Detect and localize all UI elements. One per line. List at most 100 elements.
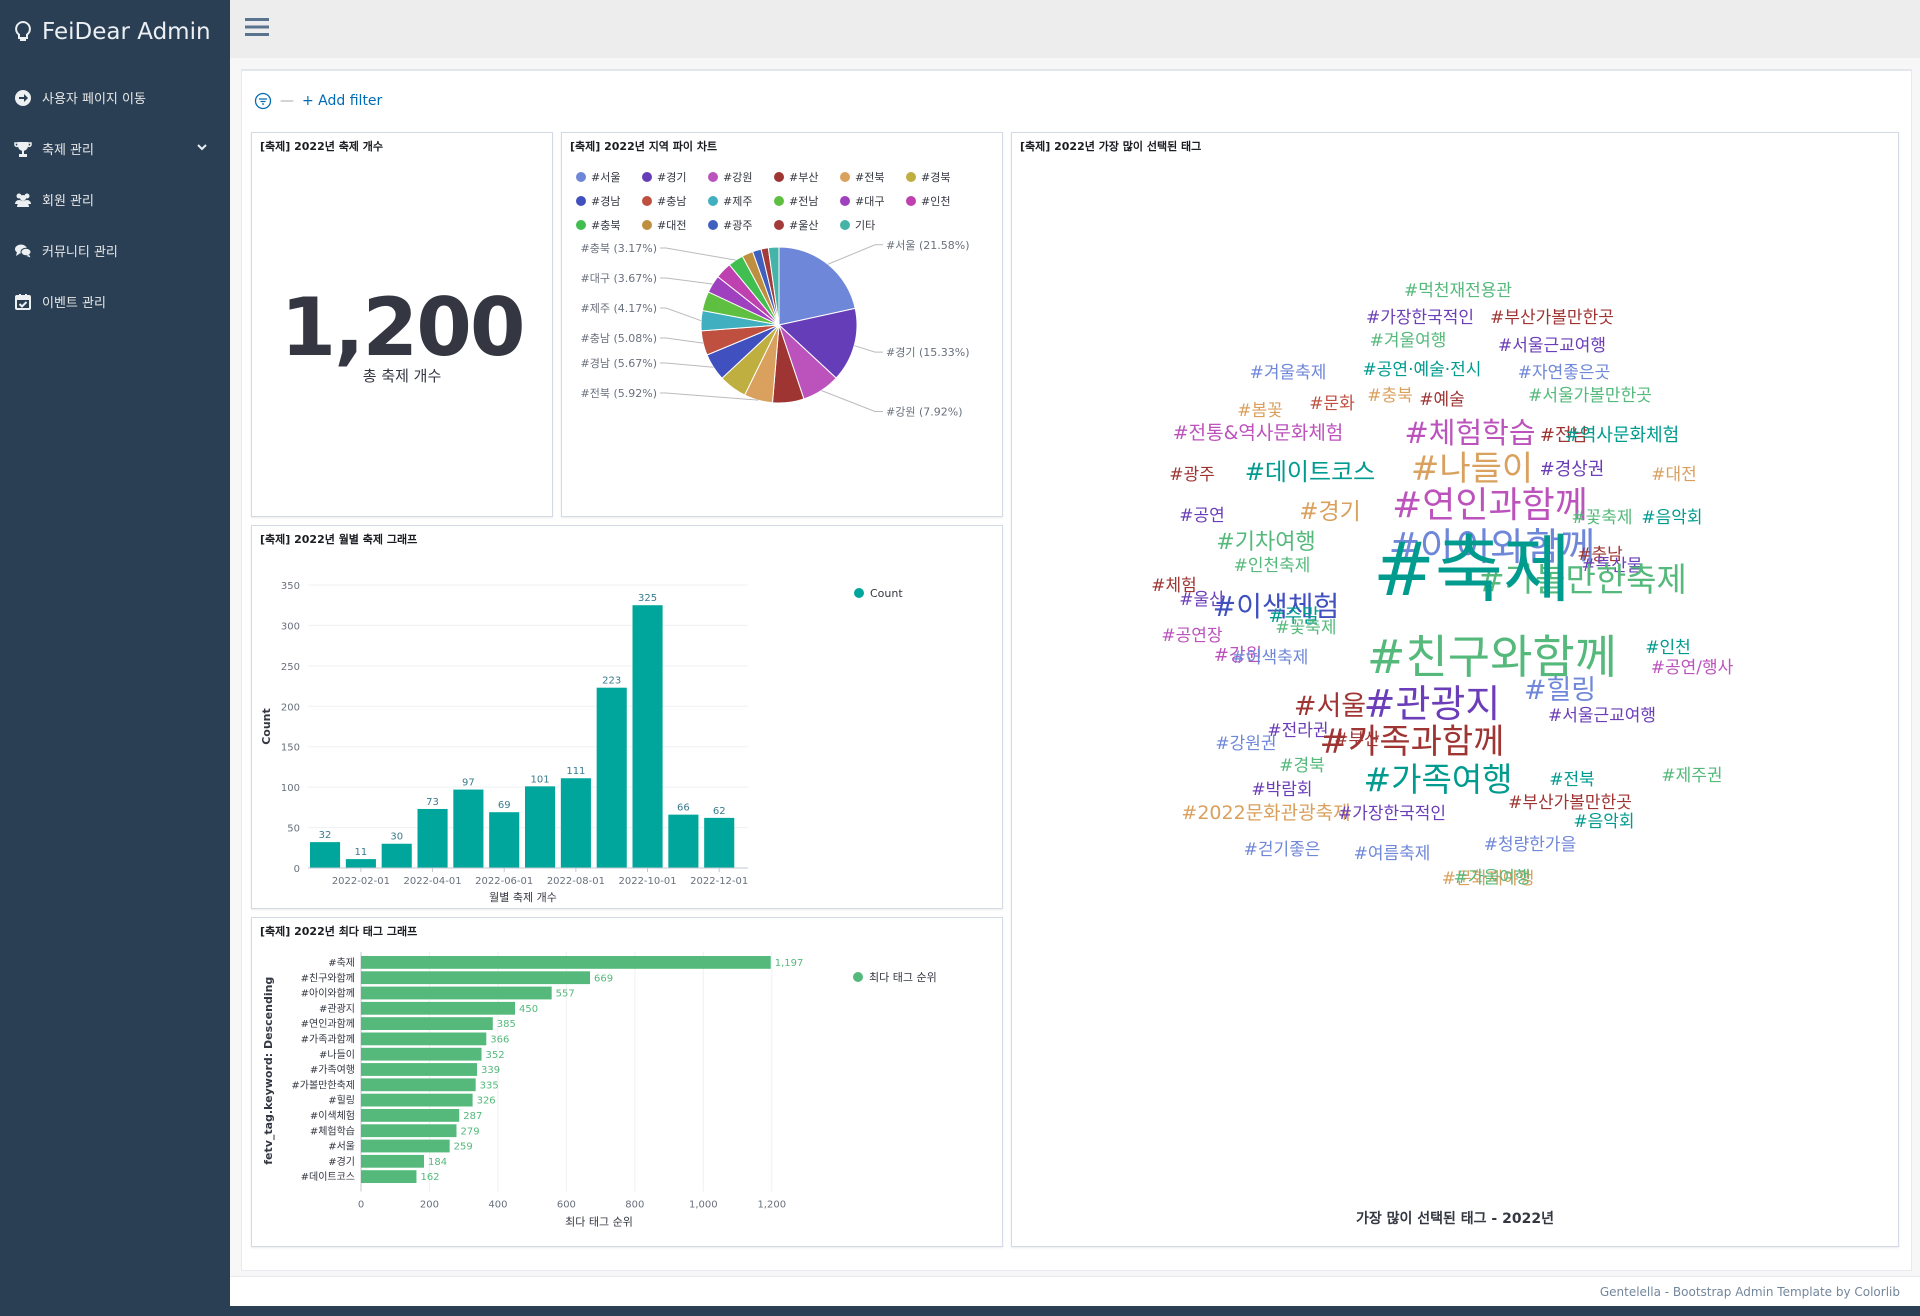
y-tick-label: #데이트코스 [301, 1171, 355, 1183]
main-content: — + Add filter [축제] 2022년 축제 개수 1,200 총 … [230, 58, 1920, 1276]
add-filter-button[interactable]: + Add filter [302, 93, 382, 109]
tag-word: #데이트코스 [1245, 458, 1376, 486]
tag-word: #제주권 [1661, 766, 1722, 786]
legend-label: #대구 [855, 195, 885, 208]
tag-word: #축제 [1373, 527, 1571, 613]
chevron-down-icon[interactable] [196, 141, 208, 153]
tag-word: #가장한국적인 [1366, 308, 1474, 328]
legend-item[interactable]: #서울 [576, 169, 620, 185]
legend-swatch [576, 172, 586, 182]
x-tick-label: 2022-06-01 [475, 876, 533, 887]
legend-swatch [840, 172, 850, 182]
tag-word: #부산가볼만한곳 [1490, 308, 1614, 328]
legend-item[interactable]: #전북 [840, 169, 884, 185]
bar [361, 1047, 482, 1061]
legend-swatch [774, 172, 784, 182]
tag-word: #가족과함께 [1320, 722, 1505, 762]
legend-item[interactable]: #충남 [642, 193, 686, 209]
legend-item[interactable]: #인천 [906, 193, 950, 209]
pie-label-line [660, 307, 702, 322]
tag-word: #체험학습 [1404, 416, 1535, 450]
bar-value-label: 1,197 [775, 958, 804, 969]
tag-word: #힐링 [1524, 675, 1596, 706]
legend-swatch [906, 172, 916, 182]
tag-word: #충북 [1367, 386, 1413, 406]
tag-word: #기차여행 [1216, 530, 1315, 555]
x-tick-label: 2022-02-01 [332, 876, 390, 887]
sidebar-item-label: 이벤트 관리 [42, 296, 106, 311]
hamburger-menu-icon[interactable] [244, 16, 270, 38]
sidebar-item-festival[interactable]: 축제 관리 [0, 123, 230, 174]
sidebar-item-events[interactable]: 이벤트 관리 [0, 276, 230, 327]
arrow-circle-right-icon [15, 89, 31, 106]
sidebar-item-community[interactable]: 커뮤니티 관리 [0, 225, 230, 276]
bar-value-label: 62 [713, 806, 726, 817]
legend-item[interactable]: #경남 [576, 193, 620, 209]
pie-data-label: #제주 (4.17%) [581, 302, 657, 315]
bar [668, 814, 699, 868]
x-axis-title: 월별 축제 개수 [489, 891, 557, 904]
sidebar-item-user-page[interactable]: 사용자 페이지 이동 [0, 72, 230, 123]
bar-value-label: 339 [481, 1065, 500, 1076]
legend-item[interactable]: #강원 [708, 169, 752, 185]
footer: Gentelella - Bootstrap Admin Template by… [230, 1276, 1920, 1307]
legend-item[interactable]: #제주 [708, 193, 752, 209]
legend-label: #충남 [657, 195, 687, 208]
pie-data-label: #경기 (15.33%) [886, 346, 969, 359]
bar [361, 1001, 516, 1015]
tag-word: #겨울여행 [1370, 331, 1447, 351]
x-tick-label: 400 [488, 1200, 507, 1211]
tag-word: #공연장 [1161, 626, 1223, 646]
x-axis-title: 최다 태그 순위 [565, 1216, 633, 1229]
bar-value-label: 325 [638, 593, 657, 604]
bar [345, 859, 376, 868]
legend-item[interactable]: #대구 [840, 193, 884, 209]
bar-value-label: 32 [319, 830, 332, 841]
legend-label: #경남 [591, 195, 621, 208]
sidebar-item-label: 사용자 페이지 이동 [42, 92, 146, 107]
bar-value-label: 30 [390, 832, 403, 843]
sidebar-item-members[interactable]: 회원 관리 [0, 174, 230, 225]
bar-value-label: 66 [677, 803, 690, 814]
legend-item[interactable]: #부산 [774, 169, 818, 185]
filter-icon[interactable] [254, 92, 272, 110]
legend-label: #경기 [657, 171, 687, 184]
bar-value-label: 352 [485, 1050, 504, 1061]
y-tick-label: #서울 [328, 1141, 355, 1153]
bar [361, 1093, 473, 1107]
brand[interactable]: FeiDear Admin [14, 14, 211, 50]
x-tick-label: 2022-04-01 [403, 876, 461, 887]
tag-word: #서울근교여행 [1498, 336, 1606, 356]
pie-data-label: #충북 (3.17%) [581, 242, 657, 255]
bar [381, 843, 412, 868]
tag-word: #공연 [1179, 506, 1225, 526]
legend-swatch [853, 972, 863, 982]
bar [417, 808, 448, 868]
legend-item[interactable]: #경북 [906, 169, 950, 185]
pie-data-label: #강원 (7.92%) [886, 406, 962, 419]
panel-title: [축제] 2022년 지역 파이 차트 [570, 140, 718, 153]
pie-label-line [660, 277, 713, 285]
bar-value-label: 69 [498, 800, 511, 811]
y-axis-title: fetv_tag.keyword: Descending [262, 977, 275, 1165]
y-tick-label: 0 [294, 864, 300, 875]
sidebar-menu: 사용자 페이지 이동 축제 관리 회원 관리 커뮤니티 관리 이벤트 관리 [0, 72, 230, 327]
word-cloud-panel: [축제] 2022년 가장 많이 선택된 태그 #먹천재전용관 #가장한국적인 #부… [1011, 132, 1899, 1247]
pie-label-line [854, 345, 883, 353]
y-tick-label: 150 [281, 743, 300, 754]
tag-word: #가을여행 [1454, 868, 1531, 888]
bar-value-label: 73 [426, 797, 439, 808]
y-tick-label: #체험학습 [310, 1125, 355, 1137]
pie-data-label: #충남 (5.08%) [581, 332, 657, 345]
tag-word: #가장한국적인 [1338, 804, 1446, 824]
bar [361, 1032, 487, 1046]
legend-label: Count [870, 587, 903, 600]
legend-item[interactable]: #전남 [774, 193, 818, 209]
tag-word: #전통&역사문화체험 [1173, 422, 1344, 444]
bar-value-label: 223 [602, 676, 621, 687]
tag-word: #걷기좋은 [1244, 840, 1321, 860]
tag-word: #여름축제 [1354, 844, 1431, 864]
legend-item[interactable]: #경기 [642, 169, 686, 185]
tag-word: #문화 [1309, 394, 1355, 414]
bar-value-label: 669 [594, 973, 613, 984]
